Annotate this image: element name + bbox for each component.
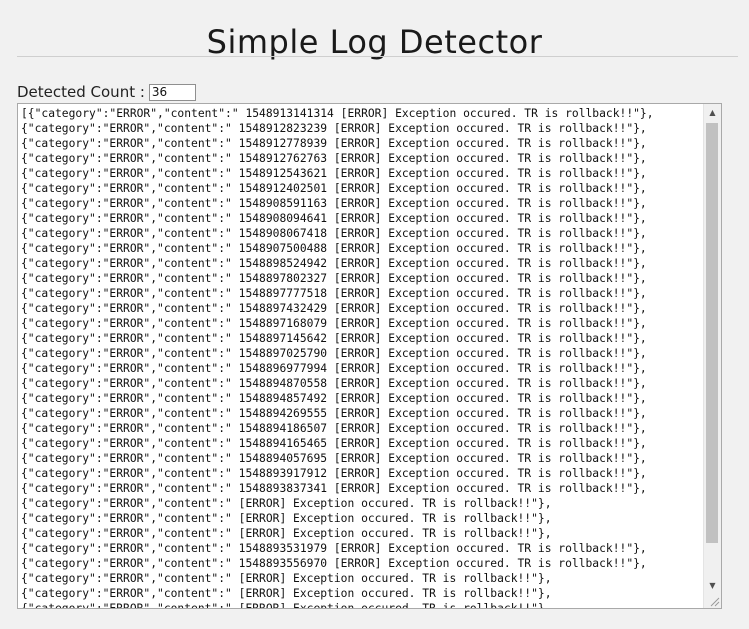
log-line: {"category":"ERROR","content":" 15488969… (21, 362, 647, 375)
log-line: {"category":"ERROR","content":" 15489128… (21, 122, 647, 135)
log-line: {"category":"ERROR","content":" 15488971… (21, 332, 647, 345)
log-line: {"category":"ERROR","content":" 15489075… (21, 242, 647, 255)
log-line: {"category":"ERROR","content":" [ERROR] … (21, 587, 552, 600)
log-line: {"category":"ERROR","content":" [ERROR] … (21, 497, 552, 510)
log-line: {"category":"ERROR","content":" 15488938… (21, 482, 647, 495)
log-line: {"category":"ERROR","content":" 15489085… (21, 197, 647, 210)
log-line: {"category":"ERROR","content":" 15488939… (21, 467, 647, 480)
log-textarea[interactable]: [{"category":"ERROR","content":" 1548913… (17, 103, 722, 609)
log-line: {"category":"ERROR","content":" [ERROR] … (21, 572, 552, 585)
scroll-up-arrow-icon[interactable]: ▲ (704, 104, 721, 121)
detected-count-row: Detected Count : (17, 82, 196, 102)
scroll-thumb[interactable] (706, 123, 718, 543)
log-line: {"category":"ERROR","content":" 15489124… (21, 182, 647, 195)
log-line: {"category":"ERROR","content":" 15488941… (21, 437, 647, 450)
log-line: [{"category":"ERROR","content":" 1548913… (21, 107, 654, 120)
title-divider (17, 56, 738, 57)
log-line: {"category":"ERROR","content":" 15489080… (21, 212, 647, 225)
log-line: {"category":"ERROR","content":" 15488977… (21, 287, 647, 300)
log-line: {"category":"ERROR","content":" 15488970… (21, 347, 647, 360)
log-line: {"category":"ERROR","content":" [ERROR] … (21, 512, 552, 525)
log-line: {"category":"ERROR","content":" 15489125… (21, 167, 647, 180)
log-line: {"category":"ERROR","content":" 15488971… (21, 317, 647, 330)
log-line: {"category":"ERROR","content":" 15488935… (21, 557, 647, 570)
resize-grip-icon[interactable] (708, 595, 720, 607)
log-line: {"category":"ERROR","content":" 15488948… (21, 377, 647, 390)
detected-count-input[interactable] (148, 83, 196, 101)
log-line: {"category":"ERROR","content":" 15488974… (21, 302, 647, 315)
log-content: [{"category":"ERROR","content":" 1548913… (21, 106, 703, 608)
log-line: {"category":"ERROR","content":" 15489080… (21, 227, 647, 240)
log-line: {"category":"ERROR","content":" 15488948… (21, 392, 647, 405)
log-line: {"category":"ERROR","content":" [ERROR] … (21, 527, 552, 540)
log-line: {"category":"ERROR","content":" 15488935… (21, 542, 647, 555)
log-line: {"category":"ERROR","content":" 15488978… (21, 272, 647, 285)
detected-count-label: Detected Count : (17, 83, 145, 101)
log-line: {"category":"ERROR","content":" 15488942… (21, 407, 647, 420)
log-line: {"category":"ERROR","content":" 15488985… (21, 257, 647, 270)
scroll-down-arrow-icon[interactable]: ▼ (704, 577, 721, 594)
vertical-scrollbar[interactable]: ▲ ▼ (703, 104, 721, 608)
log-line: {"category":"ERROR","content":" [ERROR] … (21, 601, 703, 608)
log-line: {"category":"ERROR","content":" 15488940… (21, 452, 647, 465)
log-line: {"category":"ERROR","content":" 15489127… (21, 137, 647, 150)
log-line: {"category":"ERROR","content":" 15488941… (21, 422, 647, 435)
log-line: {"category":"ERROR","content":" 15489127… (21, 152, 647, 165)
